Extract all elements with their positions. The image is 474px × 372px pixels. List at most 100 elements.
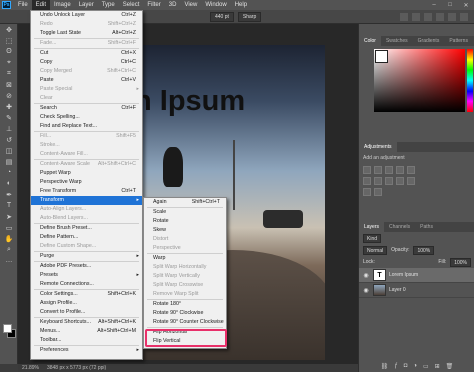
menu-item-keyboard-shortcuts[interactable]: Keyboard Shortcuts... Alt+Shift+Ctrl+K [31,318,142,327]
menu-item-rotate-180[interactable]: Rotate 180° [144,300,226,309]
menu-item-scale[interactable]: Scale [144,208,226,217]
foreground-color-swatch[interactable] [3,324,12,333]
menu-item-remote-connections[interactable]: Remote Connections... [31,280,142,289]
menu-item-toggle-last-state[interactable]: Toggle Last State Alt+Ctrl+Z [31,29,142,38]
menu-item-convert-to-profile[interactable]: Convert to Profile... [31,308,142,317]
menu-item-color-settings[interactable]: Color Settings... Shift+Ctrl+K [31,290,142,299]
align-center-icon[interactable] [412,12,420,21]
brightness-icon[interactable] [363,166,371,174]
text-color-icon[interactable] [436,12,444,21]
tab-gradients[interactable]: Gradients [413,36,445,46]
tab-channels[interactable]: Channels [384,222,415,232]
canvas-text-layer[interactable]: n Ipsum [123,85,325,118]
folder-icon[interactable]: ▭ [423,363,429,370]
menu-item-transform[interactable]: Transform [31,196,142,205]
type-tool-icon[interactable]: T [0,200,18,211]
curves-icon[interactable] [385,166,393,174]
path-select-tool-icon[interactable]: ➤ [0,211,18,222]
quick-select-tool-icon[interactable]: ⌖ [0,57,18,68]
menu-item-warp[interactable]: Warp [144,254,226,263]
tab-swatches[interactable]: Swatches [381,36,413,46]
align-left-icon[interactable] [400,12,408,21]
menu-item-menus[interactable]: Menus... Alt+Shift+Ctrl+M [31,327,142,336]
menu-item-assign-profile[interactable]: Assign Profile... [31,299,142,308]
hand-tool-icon[interactable]: ✋ [0,233,18,244]
menu-item-check-spelling[interactable]: Check Spelling... [31,113,142,122]
healing-tool-icon[interactable]: ✚ [0,101,18,112]
brush-tool-icon[interactable]: ✎ [0,112,18,123]
zoom-tool-icon[interactable]: ⌕ [0,244,18,255]
invert-icon[interactable] [363,188,371,196]
tab-color[interactable]: Color [359,36,381,46]
layer-row-layer-0[interactable]: ◉ Layer 0 [359,283,474,298]
zoom-level[interactable]: 21.89% [22,365,39,371]
menu-layer[interactable]: Layer [75,0,98,10]
shape-tool-icon[interactable]: ▭ [0,222,18,233]
color-balance-icon[interactable] [374,177,382,185]
dodge-tool-icon[interactable]: ◐ [0,178,18,189]
eyedropper-tool-icon[interactable]: ⊘ [0,90,18,101]
exposure-icon[interactable] [396,166,404,174]
eraser-tool-icon[interactable]: ◫ [0,145,18,156]
warp-text-icon[interactable] [448,12,456,21]
frame-tool-icon[interactable]: ⊠ [0,79,18,90]
tab-patterns[interactable]: Patterns [444,36,473,46]
menu-item-skew[interactable]: Skew [144,226,226,235]
menu-item-cut[interactable]: Cut Ctrl+X [31,49,142,58]
menu-item-find-and-replace-text[interactable]: Find and Replace Text... [31,122,142,131]
menu-view[interactable]: View [180,0,201,10]
menu-3d[interactable]: 3D [165,0,181,10]
font-size-field[interactable]: 440 pt [210,11,234,22]
menu-item-presets[interactable]: Presets [31,271,142,280]
visibility-eye-icon[interactable]: ◉ [362,272,370,279]
menu-item-define-brush-preset[interactable]: Define Brush Preset... [31,224,142,233]
align-right-icon[interactable] [424,12,432,21]
menu-item-toolbar[interactable]: Toolbar... [31,336,142,345]
menu-item-copy[interactable]: Copy Ctrl+C [31,58,142,67]
posterize-icon[interactable] [374,188,382,196]
hue-slider[interactable] [467,49,473,112]
new-layer-icon[interactable]: ⊞ [435,363,440,370]
tab-adjustments[interactable]: Adjustments [359,142,397,152]
photo-filter-icon[interactable] [396,177,404,185]
menu-item-search[interactable]: Search Ctrl+F [31,104,142,113]
menu-item-puppet-warp[interactable]: Puppet Warp [31,169,142,178]
menu-item-rotate-90-clockwise[interactable]: Rotate 90° Clockwise [144,309,226,318]
blur-tool-icon[interactable]: ◔ [0,167,18,178]
vibrance-icon[interactable] [407,166,415,174]
more-tools-icon[interactable]: … [0,255,18,266]
link-icon[interactable]: ⛓ [381,363,389,370]
adjustment-icon[interactable]: ◑ [413,363,417,370]
gradient-tool-icon[interactable]: ▤ [0,156,18,167]
menu-item-preferences[interactable]: Preferences [31,346,142,355]
blend-mode-select[interactable]: Normal [363,245,388,255]
levels-icon[interactable] [374,166,382,174]
menu-filter[interactable]: Filter [143,0,164,10]
menu-file[interactable]: File [14,0,32,10]
maximize-icon[interactable]: □ [442,2,458,9]
menu-item-rotate[interactable]: Rotate [144,217,226,226]
kind-filter-select[interactable]: Kind [363,233,382,243]
marquee-tool-icon[interactable]: ⬚ [0,35,18,46]
tab-paths[interactable]: Paths [415,222,438,232]
minimize-icon[interactable]: – [426,2,442,9]
channel-mixer-icon[interactable] [407,177,415,185]
antialias-select[interactable]: Sharp [237,11,262,22]
close-icon[interactable]: ✕ [458,2,474,9]
history-brush-icon[interactable]: ↺ [0,134,18,145]
menu-select[interactable]: Select [119,0,144,10]
fill-field[interactable]: 100% [450,257,471,267]
menu-help[interactable]: Help [231,0,251,10]
menu-item-again[interactable]: Again Shift+Ctrl+T [144,198,226,207]
menu-window[interactable]: Window [201,0,230,10]
mask-icon[interactable]: ◘ [404,363,408,370]
menu-item-perspective-warp[interactable]: Perspective Warp [31,178,142,187]
hue-saturation-icon[interactable] [363,177,371,185]
menu-image[interactable]: Image [50,0,75,10]
pen-tool-icon[interactable]: ✒ [0,189,18,200]
menu-item-undo-unlock-layer[interactable]: Undo Unlock Layer Ctrl+Z [31,11,142,20]
menu-type[interactable]: Type [98,0,119,10]
menu-item-rotate-90-counter-clockwise[interactable]: Rotate 90° Counter Clockwise [144,318,226,327]
black-white-icon[interactable] [385,177,393,185]
menu-item-purge[interactable]: Purge [31,252,142,261]
